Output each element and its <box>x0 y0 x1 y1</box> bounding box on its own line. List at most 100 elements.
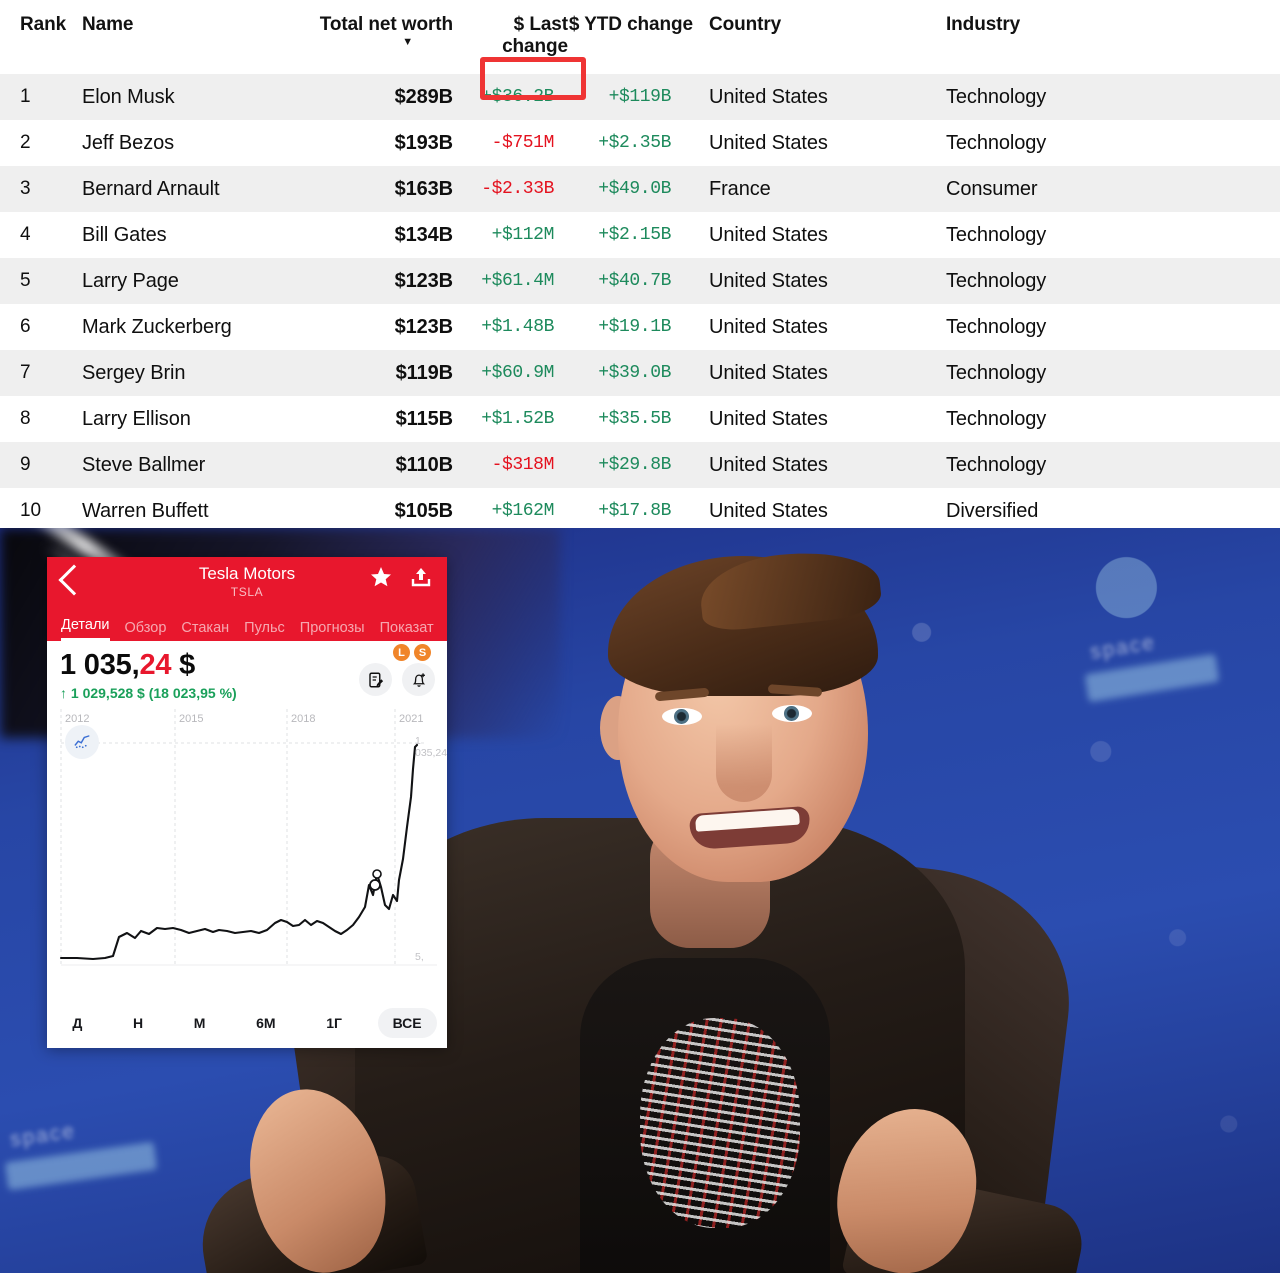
cell-ytd-change-value: +$40.7B <box>598 271 671 291</box>
star-icon[interactable] <box>369 565 393 589</box>
app-header: Tesla Motors TSLA Детали Обзор Стакан Пульс… <box>47 557 447 641</box>
eye <box>662 708 702 725</box>
cell-total-net-worth: $193B <box>394 131 454 154</box>
chart-range-selector: Д Н М 6М 1Г ВСЕ <box>47 997 447 1048</box>
cell-ytd-change: +$40.7B <box>568 258 693 304</box>
table-row[interactable]: 8 Larry Ellison $115B +$1.52B +$35.5B United … <box>0 396 1280 442</box>
cell-rank: 9 <box>20 454 31 475</box>
quote-block: 1 035,24 $ ↑ 1 029,528 $ (18 023,95 %) L… <box>47 641 447 709</box>
table-row[interactable]: 5 Larry Page $123B +$61.4M +$40.7B United Sta… <box>0 258 1280 304</box>
cell-total-net-worth: $289B <box>394 85 454 108</box>
app-tab-5[interactable]: Показат <box>380 620 434 641</box>
cell-country: United States <box>709 85 828 108</box>
cell-industry: Technology <box>946 453 1047 476</box>
iris <box>784 706 799 721</box>
note-edit-icon[interactable] <box>359 663 392 696</box>
range-button-1[interactable]: Н <box>118 1008 158 1038</box>
table-row[interactable]: 3 Bernard Arnault $163B -$2.33B +$49.0B Franc… <box>0 166 1280 212</box>
cell-name: Larry Page <box>82 269 179 292</box>
cell-total-net-worth: $119B <box>395 361 453 384</box>
cell-ytd-change: +$2.15B <box>568 212 693 258</box>
price-currency: $ <box>171 649 196 681</box>
share-icon[interactable] <box>409 565 433 589</box>
cell-rank: 2 <box>20 132 31 153</box>
table-row[interactable]: 7 Sergey Brin $119B +$60.9M +$39.0B United St… <box>0 350 1280 396</box>
app-tab-3[interactable]: Пульс <box>244 620 285 641</box>
cell-ytd-change: +$29.8B <box>568 442 693 488</box>
cell-country: United States <box>709 269 828 292</box>
cell-country: United States <box>709 361 828 384</box>
quote-badges: LS <box>393 644 431 661</box>
table-row[interactable]: 6 Mark Zuckerberg $123B +$1.48B +$19.1B Unite… <box>0 304 1280 350</box>
table-row[interactable]: 9 Steve Ballmer $110B -$318M +$29.8B United S… <box>0 442 1280 488</box>
chart-type-icon[interactable] <box>65 725 99 759</box>
app-tab-0[interactable]: Детали <box>61 617 110 641</box>
cell-rank: 1 <box>20 86 31 107</box>
cell-ytd-change-value: +$17.8B <box>598 501 671 521</box>
sort-descending-icon[interactable]: ▼ <box>318 37 453 48</box>
chart-xtick-2021: 2021 <box>399 713 424 725</box>
cell-industry: Technology <box>946 361 1047 384</box>
cell-ytd-change: +$19.1B <box>568 304 693 350</box>
quote-badge-l[interactable]: L <box>393 644 410 661</box>
column-header-ytd-change[interactable]: $ YTD change <box>568 0 693 74</box>
quote-actions <box>359 663 435 696</box>
cell-ytd-change-value: +$35.5B <box>598 409 671 429</box>
cell-rank: 5 <box>20 270 31 291</box>
range-button-5[interactable]: ВСЕ <box>377 1008 437 1038</box>
chart-last-price-label: 1 035,24 <box>415 735 447 759</box>
range-button-3[interactable]: 6М <box>241 1008 290 1038</box>
column-header-name[interactable]: Name <box>78 0 318 74</box>
cell-name: Elon Musk <box>82 85 175 108</box>
cell-ytd-change: +$39.0B <box>568 350 693 396</box>
chart-low-price-label: 5, <box>415 951 424 963</box>
column-header-last-change[interactable]: $ Last change <box>453 0 568 74</box>
cell-ytd-change-value: +$119B <box>608 87 672 107</box>
cell-ytd-change-value: +$29.8B <box>598 455 671 475</box>
cell-total-net-worth: $115B <box>395 407 453 430</box>
tinkoff-stock-app-card: Tesla Motors TSLA Детали Обзор Стакан Пульс… <box>47 557 447 1048</box>
app-tab-bar: Детали Обзор Стакан Пульс Прогнозы Показат <box>47 609 434 641</box>
bell-plus-icon[interactable] <box>402 663 435 696</box>
cell-total-net-worth: $163B <box>394 177 454 200</box>
column-header-rank[interactable]: Rank <box>0 0 78 74</box>
cell-last-change: +$112M <box>491 225 555 245</box>
table-row[interactable]: 4 Bill Gates $134B +$112M +$2.15B United Stat… <box>0 212 1280 258</box>
cell-total-net-worth: $134B <box>394 223 454 246</box>
chart-xtick-2012: 2012 <box>65 713 90 725</box>
price-chart[interactable]: 2012 2015 2018 2021 1 035,24 5, Д Н М 6М 1Г В… <box>47 709 447 1048</box>
app-tab-4[interactable]: Прогнозы <box>300 620 365 641</box>
billionaires-table: Rank Name Total net worth ▼ $ Last chang… <box>0 0 1280 534</box>
cell-industry: Technology <box>946 407 1047 430</box>
cell-total-net-worth: $110B <box>395 453 453 476</box>
cell-industry: Technology <box>946 223 1047 246</box>
cell-name: Bernard Arnault <box>82 177 220 200</box>
cell-rank: 4 <box>20 224 31 245</box>
chart-xtick-2018: 2018 <box>291 713 316 725</box>
cell-ytd-change: +$49.0B <box>568 166 693 212</box>
range-button-4[interactable]: 1Г <box>311 1008 357 1038</box>
cell-total-net-worth: $123B <box>394 315 454 338</box>
table-header: Rank Name Total net worth ▼ $ Last chang… <box>0 0 1280 74</box>
iris <box>674 709 689 724</box>
t-shirt-graphic <box>640 1018 800 1228</box>
cell-ytd-change: +$119B <box>480 57 693 120</box>
cell-industry: Technology <box>946 85 1047 108</box>
range-button-2[interactable]: М <box>179 1008 221 1038</box>
app-tab-1[interactable]: Обзор <box>125 620 167 641</box>
column-header-total-net-worth[interactable]: Total net worth ▼ <box>318 0 453 74</box>
billionaires-table-panel: Rank Name Total net worth ▼ $ Last chang… <box>0 0 1280 534</box>
cell-name: Larry Ellison <box>82 407 191 430</box>
table-row[interactable]: 2 Jeff Bezos $193B -$751M +$2.35B United Stat… <box>0 120 1280 166</box>
cell-last-change: +$61.4M <box>481 271 554 291</box>
cell-ytd-change-value: +$2.15B <box>598 225 671 245</box>
cell-last-change: -$2.33B <box>481 179 554 199</box>
cell-name: Sergey Brin <box>82 361 186 384</box>
quote-badge-s[interactable]: S <box>414 644 431 661</box>
column-header-country[interactable]: Country <box>693 0 938 74</box>
table-row[interactable]: 1 Elon Musk $289B +$36.2B +$119B United State… <box>0 57 1280 120</box>
cell-name: Jeff Bezos <box>82 131 175 154</box>
range-button-0[interactable]: Д <box>57 1008 97 1038</box>
column-header-industry[interactable]: Industry <box>938 0 1280 74</box>
app-tab-2[interactable]: Стакан <box>181 620 229 641</box>
